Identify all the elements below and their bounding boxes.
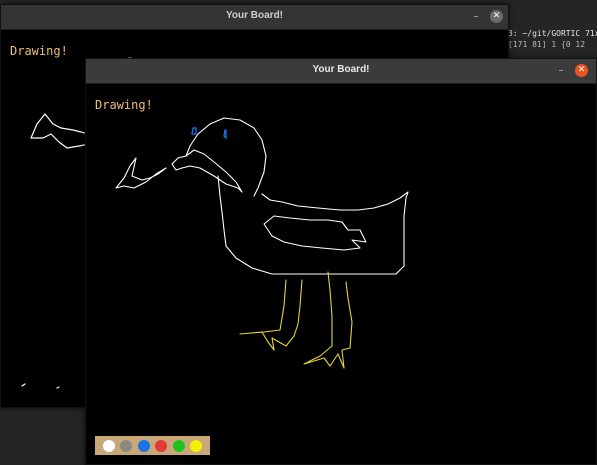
background-terminal-window: 3: ~/git/GORTIC 71x18 [171 81] 1 {0 12: [508, 28, 597, 50]
gray-color-swatch[interactable]: [120, 439, 133, 452]
duck-beak-stroke: [115, 149, 243, 193]
duck-wing-stroke: [263, 215, 367, 251]
window-titlebar[interactable]: Your Board! – ✕: [1, 5, 508, 30]
terminal-output-line: [171 81] 1 {0 12: [508, 40, 586, 49]
duck-left-leg-stroke: [239, 279, 303, 351]
close-button[interactable]: ✕: [490, 10, 503, 23]
duck-eye-right-stroke: [223, 129, 227, 140]
duck-drawing: [115, 117, 409, 369]
duck-right-leg-stroke: [303, 271, 353, 369]
close-button[interactable]: ✕: [575, 64, 588, 77]
blue-color-swatch[interactable]: [137, 439, 150, 452]
duck-eye-left-stroke: [191, 127, 197, 135]
yellow-color-swatch[interactable]: [190, 439, 203, 452]
terminal-title: 3: ~/git/GORTIC 71x18: [508, 29, 597, 38]
red-color-swatch[interactable]: [155, 439, 168, 452]
window-title: Your Board!: [225, 10, 284, 21]
window-title: Your Board!: [312, 64, 370, 75]
duck-neck-stroke: [217, 175, 409, 275]
drawing-canvas[interactable]: Drawing!: [86, 84, 596, 464]
white-color-swatch[interactable]: [102, 439, 115, 452]
scrap-stroke-2: [56, 386, 60, 389]
color-palette: [95, 436, 210, 455]
minimize-button[interactable]: –: [553, 63, 569, 79]
window-titlebar[interactable]: Your Board! – ✕: [86, 59, 596, 84]
scrap-stroke: [21, 383, 26, 387]
green-color-swatch[interactable]: [172, 439, 185, 452]
board-window-foreground[interactable]: Your Board! – ✕ Drawing!: [85, 58, 597, 465]
minimize-button[interactable]: –: [468, 9, 484, 25]
